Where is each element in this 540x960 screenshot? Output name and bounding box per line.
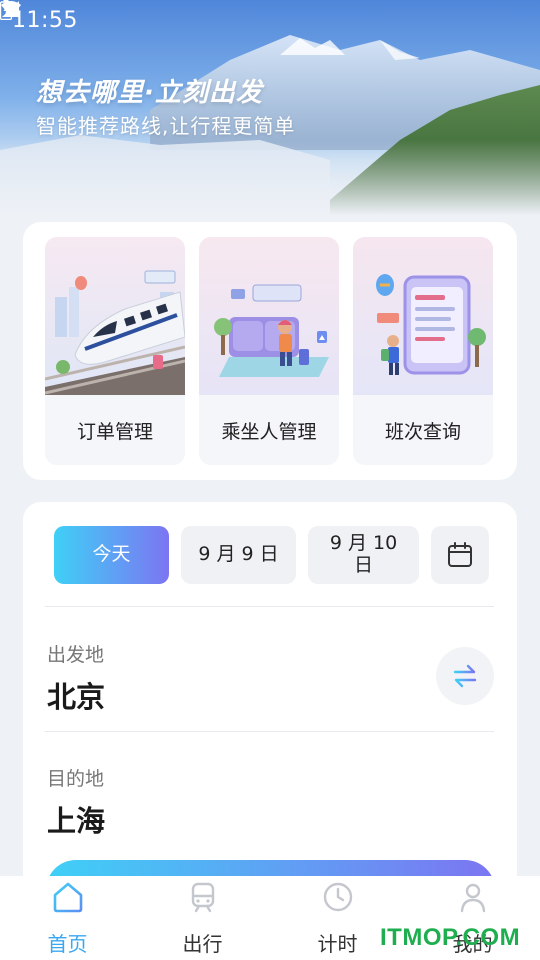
date-today-chip[interactable]: 今天 (54, 526, 169, 584)
date-selector: 今天 9 月 9 日 9 月 10 日 (54, 526, 494, 584)
schedule-query-tile[interactable]: 班次查询 (353, 237, 493, 465)
train-icon (191, 882, 214, 913)
nav-home-label: 首页 (47, 932, 88, 956)
hero-subtitle: 智能推荐路线,让行程更简单 (36, 114, 296, 138)
hero-title: 想去哪里·立刻出发 (36, 78, 263, 108)
divider (45, 731, 494, 732)
calendar-icon (448, 542, 472, 567)
passenger-management-tile[interactable]: 乘坐人管理 (199, 237, 339, 465)
schedule-illustration-icon (353, 237, 493, 397)
feature-card: 订单管理 乘坐人管理 班次查询 (23, 222, 517, 480)
order-management-label: 订单管理 (45, 395, 185, 465)
order-management-tile[interactable]: 订单管理 (45, 237, 185, 465)
passenger-management-label: 乘坐人管理 (199, 395, 339, 465)
departure-city[interactable]: 北京 (47, 674, 105, 716)
home-icon (53, 882, 82, 913)
swap-cities-button[interactable] (436, 647, 494, 705)
schedule-query-label: 班次查询 (353, 395, 493, 465)
watermark: ITMOP.COM (380, 924, 521, 951)
clock-icon (323, 882, 352, 912)
passenger-illustration-icon (199, 237, 339, 397)
train-illustration-icon (45, 237, 185, 397)
nav-travel-label: 出行 (182, 932, 223, 956)
status-bar: 11:55 (0, 0, 540, 40)
calendar-button[interactable] (431, 526, 489, 584)
departure-label: 出发地 (47, 644, 105, 666)
date-sep-10-chip[interactable]: 9 月 10 日 (308, 526, 419, 584)
destination-city[interactable]: 上海 (47, 798, 105, 840)
swap-icon (453, 664, 477, 688)
divider (45, 606, 494, 607)
destination-label: 目的地 (47, 768, 105, 790)
battery-icon (0, 0, 12, 20)
nav-travel[interactable]: 出行 (135, 876, 270, 960)
user-icon (460, 883, 485, 913)
nav-timer-label: 计时 (317, 932, 358, 956)
hero-banner: 11:55 想去哪里·立刻出发 智能推荐路线,让行程更简单 (0, 0, 540, 215)
ticket-search-card: 今天 9 月 9 日 9 月 10 日 出发地 北京 目的地 上海 (23, 502, 517, 920)
date-sep-9-chip[interactable]: 9 月 9 日 (181, 526, 296, 584)
nav-home[interactable]: 首页 (0, 876, 135, 960)
